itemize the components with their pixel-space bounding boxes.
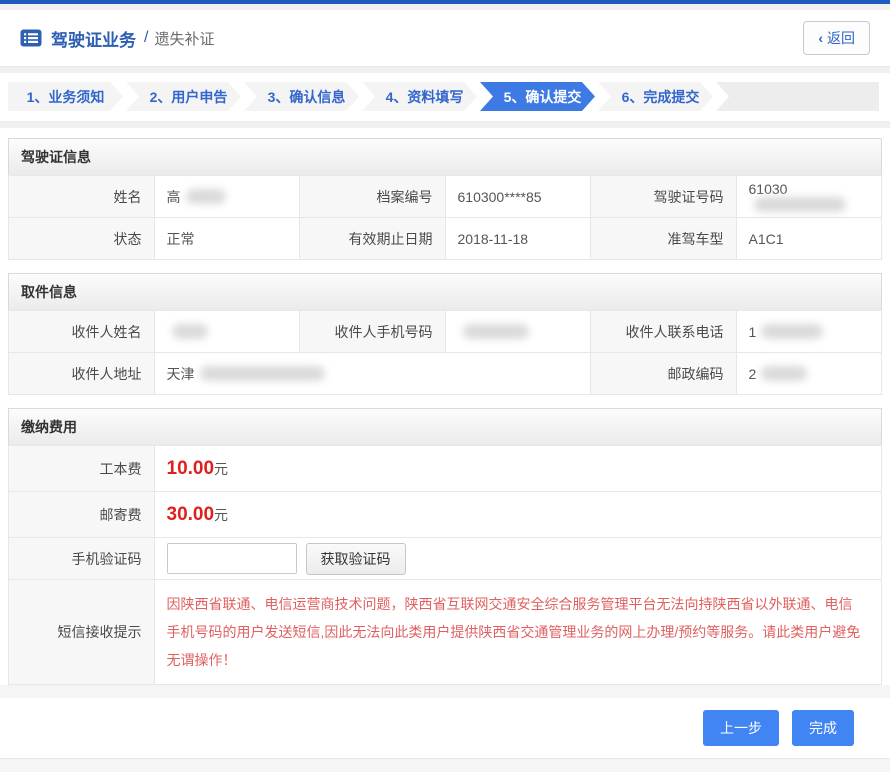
- redacted-value: [761, 324, 823, 339]
- section-payment-fees: 缴纳费用工本费10.00元邮寄费30.00元手机验证码获取验证码短信接收提示因陕…: [8, 408, 882, 685]
- section-title-license-info: 驾驶证信息: [8, 138, 882, 176]
- get-sms-code-button[interactable]: 获取验证码: [306, 543, 406, 575]
- table-row: 状态正常有效期止日期2018-11-18准驾车型A1C1: [9, 218, 882, 260]
- sms-notice-text: 因陕西省联通、电信运营商技术问题，陕西省互联网交通安全综合服务管理平台无法向持陕…: [167, 582, 870, 682]
- table-row: 收件人姓名 收件人手机号码 收件人联系电话1: [9, 311, 882, 353]
- previous-step-button[interactable]: 上一步: [703, 710, 779, 746]
- fee-unit: 元: [214, 507, 228, 523]
- license-info-table: 姓名高档案编号610300****85驾驶证号码61030状态正常有效期止日期2…: [8, 175, 882, 260]
- redacted-value: [754, 197, 846, 212]
- field-label: 手机验证码: [9, 538, 155, 580]
- table-row: 邮寄费30.00元: [9, 492, 882, 538]
- back-button[interactable]: ‹返回: [803, 21, 870, 55]
- footer-actions: 上一步 完成: [0, 698, 890, 758]
- captcha-cell: 获取验证码: [154, 538, 882, 580]
- field-label: 档案编号: [300, 176, 446, 218]
- fee-amount: 10.00: [167, 458, 215, 479]
- sms-code-input[interactable]: [167, 543, 297, 574]
- field-label: 邮寄费: [9, 492, 155, 538]
- section-title-pickup-info: 取件信息: [8, 273, 882, 311]
- bottom-strip: [0, 758, 890, 772]
- table-row: 工本费10.00元: [9, 446, 882, 492]
- table-row: 短信接收提示因陕西省联通、电信运营商技术问题，陕西省互联网交通安全综合服务管理平…: [9, 580, 882, 685]
- field-value: [154, 311, 300, 353]
- redacted-value: [463, 324, 529, 339]
- field-value: 正常: [154, 218, 300, 260]
- field-label: 姓名: [9, 176, 155, 218]
- field-value: 高: [154, 176, 300, 218]
- step-2[interactable]: 2、用户申告: [126, 82, 241, 111]
- field-value: 610300****85: [445, 176, 591, 218]
- breadcrumb-current: 遗失补证: [154, 28, 214, 49]
- step-3[interactable]: 3、确认信息: [244, 82, 359, 111]
- sms-notice-cell: 因陕西省联通、电信运营商技术问题，陕西省互联网交通安全综合服务管理平台无法向持陕…: [154, 580, 882, 685]
- section-title-payment-fees: 缴纳费用: [8, 408, 882, 446]
- field-label: 收件人姓名: [9, 311, 155, 353]
- fee-amount: 30.00: [167, 504, 215, 525]
- back-button-label: 返回: [827, 30, 855, 46]
- table-row: 收件人地址天津邮政编码2: [9, 353, 882, 395]
- field-value: A1C1: [736, 218, 882, 260]
- fee-value: 30.00元: [154, 492, 882, 538]
- step-nav-filler: [716, 82, 879, 111]
- field-label: 有效期止日期: [300, 218, 446, 260]
- table-row: 手机验证码 获取验证码: [9, 538, 882, 580]
- field-value: 2018-11-18: [445, 218, 591, 260]
- section-pickup-info: 取件信息收件人姓名收件人手机号码收件人联系电话1收件人地址天津邮政编码2: [8, 273, 882, 395]
- section-license-info: 驾驶证信息姓名高档案编号610300****85驾驶证号码61030状态正常有效…: [8, 138, 882, 260]
- field-label: 收件人手机号码: [300, 311, 446, 353]
- payment-fees-table: 工本费10.00元邮寄费30.00元手机验证码获取验证码短信接收提示因陕西省联通…: [8, 445, 882, 685]
- fee-value: 10.00元: [154, 446, 882, 492]
- field-value: 61030: [736, 176, 882, 218]
- main-panel: 驾驶证信息姓名高档案编号610300****85驾驶证号码61030状态正常有效…: [0, 128, 890, 685]
- page-title: 驾驶证业务: [51, 26, 136, 51]
- page-header: 驾驶证业务 / 遗失补证 ‹返回: [0, 10, 890, 67]
- field-value: 天津: [154, 353, 591, 395]
- step-1[interactable]: 1、业务须知: [8, 82, 123, 111]
- field-label: 收件人联系电话: [591, 311, 737, 353]
- redacted-value: [200, 366, 325, 381]
- redacted-value: [186, 189, 226, 204]
- finish-button[interactable]: 完成: [792, 710, 854, 746]
- step-5[interactable]: 5、确认提交: [480, 82, 595, 111]
- step-nav-strip: 1、业务须知2、用户申告3、确认信息4、资料填写5、确认提交6、完成提交: [0, 73, 890, 122]
- field-label: 收件人地址: [9, 353, 155, 395]
- step-4[interactable]: 4、资料填写: [362, 82, 477, 111]
- field-value: 2: [736, 353, 882, 395]
- breadcrumb-separator: /: [144, 29, 148, 47]
- redacted-value: [761, 366, 807, 381]
- pickup-info-table: 收件人姓名收件人手机号码收件人联系电话1收件人地址天津邮政编码2: [8, 310, 882, 395]
- redacted-value: [172, 324, 208, 339]
- field-value: [445, 311, 591, 353]
- step-6[interactable]: 6、完成提交: [598, 82, 713, 111]
- field-label: 状态: [9, 218, 155, 260]
- sections-container: 驾驶证信息姓名高档案编号610300****85驾驶证号码61030状态正常有效…: [8, 138, 882, 685]
- list-form-icon: [20, 29, 42, 47]
- field-label: 工本费: [9, 446, 155, 492]
- field-label: 短信接收提示: [9, 580, 155, 685]
- chevron-left-icon: ‹: [818, 30, 823, 46]
- field-label: 准驾车型: [591, 218, 737, 260]
- fee-unit: 元: [214, 461, 228, 477]
- field-label: 邮政编码: [591, 353, 737, 395]
- field-value: 1: [736, 311, 882, 353]
- step-nav: 1、业务须知2、用户申告3、确认信息4、资料填写5、确认提交6、完成提交: [8, 82, 882, 111]
- field-label: 驾驶证号码: [591, 176, 737, 218]
- table-row: 姓名高档案编号610300****85驾驶证号码61030: [9, 176, 882, 218]
